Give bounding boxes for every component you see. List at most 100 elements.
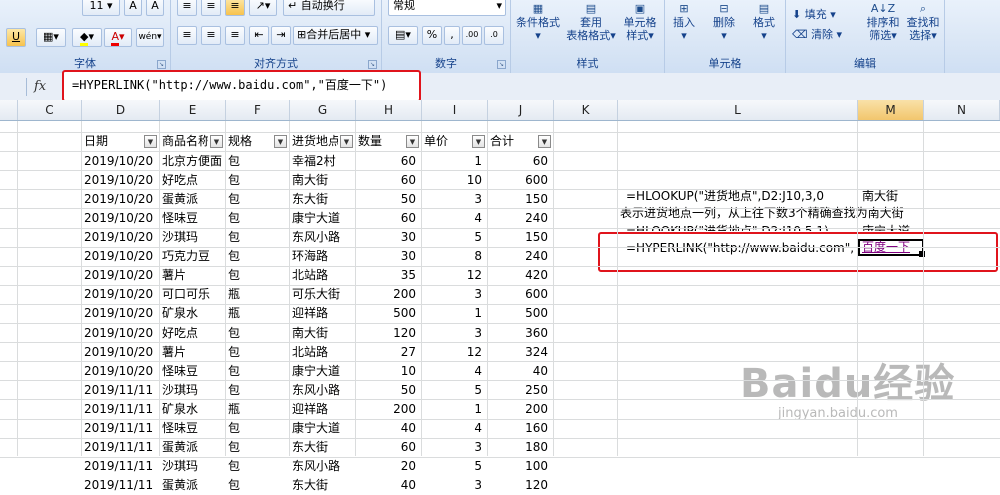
select-all-corner[interactable] [0, 100, 18, 120]
table-cell[interactable]: 200 [358, 285, 416, 304]
table-cell[interactable]: 1 [424, 152, 482, 171]
table-cell[interactable]: 北京方便面 [162, 152, 224, 171]
table-cell[interactable]: 北站路 [292, 266, 354, 285]
merge-center-button[interactable]: ⊞合并后居中 ▾ [293, 26, 378, 45]
table-cell[interactable]: 150 [490, 228, 548, 247]
table-cell[interactable]: 包 [228, 457, 288, 476]
underline-button[interactable]: U [6, 28, 26, 47]
filter-dropdown-icon[interactable]: ▼ [144, 135, 157, 148]
table-cell[interactable]: 2019/11/11 [84, 400, 158, 419]
column-header-m[interactable]: M [858, 100, 924, 120]
table-cell[interactable]: 包 [228, 438, 288, 457]
fill-handle[interactable] [919, 251, 925, 257]
table-cell[interactable]: 5 [424, 381, 482, 400]
sort-filter-button[interactable]: A↓Z 排序和 筛选▾ [864, 2, 902, 42]
table-cell[interactable]: 60 [358, 171, 416, 190]
table-cell[interactable]: 60 [358, 438, 416, 457]
increase-indent-icon[interactable]: ⇥ [271, 26, 291, 45]
table-cell[interactable]: 324 [490, 343, 548, 362]
table-cell[interactable]: 可口可乐 [162, 285, 224, 304]
table-cell[interactable]: 2019/11/11 [84, 381, 158, 400]
table-header-cell[interactable]: 数量 [358, 132, 404, 151]
table-cell[interactable]: 180 [490, 438, 548, 457]
table-cell[interactable]: 60 [358, 152, 416, 171]
table-header-cell[interactable]: 进货地点 [292, 132, 338, 151]
table-cell[interactable]: 东风小路 [292, 228, 354, 247]
table-cell[interactable]: 1 [424, 400, 482, 419]
align-right-icon[interactable]: ≡ [225, 26, 245, 45]
column-header-f[interactable]: F [226, 100, 290, 120]
filter-dropdown-icon[interactable]: ▼ [210, 135, 223, 148]
table-cell[interactable]: 包 [228, 190, 288, 209]
table-cell[interactable]: 50 [358, 381, 416, 400]
table-cell[interactable]: 240 [490, 247, 548, 266]
table-cell[interactable]: 40 [490, 362, 548, 381]
table-cell[interactable]: 5 [424, 457, 482, 476]
table-cell[interactable]: 10 [358, 362, 416, 381]
column-header-e[interactable]: E [160, 100, 226, 120]
fill-button[interactable]: ⬇ 填充 ▾ [792, 8, 852, 21]
table-cell[interactable]: 东大街 [292, 476, 354, 495]
formula-input[interactable]: =HYPERLINK("http://www.baidu.com","百度一下"… [72, 76, 387, 93]
increase-decimal-icon[interactable]: .00 [462, 26, 482, 45]
table-cell[interactable]: 2019/10/20 [84, 152, 158, 171]
table-cell[interactable]: 420 [490, 266, 548, 285]
table-cell[interactable]: 120 [490, 476, 548, 495]
align-left-icon[interactable]: ≡ [177, 26, 197, 45]
table-cell[interactable]: 蛋黄派 [162, 476, 224, 495]
note-result-2[interactable]: 康宁大道 [862, 222, 910, 231]
table-cell[interactable]: 50 [358, 190, 416, 209]
table-cell[interactable]: 包 [228, 209, 288, 228]
table-cell[interactable]: 2019/10/20 [84, 304, 158, 323]
table-cell[interactable]: 150 [490, 190, 548, 209]
format-as-table-button[interactable]: ▤ 套用 表格格式▾ [565, 2, 617, 42]
table-cell[interactable]: 30 [358, 228, 416, 247]
filter-dropdown-icon[interactable]: ▼ [472, 135, 485, 148]
table-header-cell[interactable]: 规格 [228, 132, 272, 151]
table-cell[interactable]: 包 [228, 476, 288, 495]
table-cell[interactable]: 包 [228, 152, 288, 171]
decrease-indent-icon[interactable]: ⇤ [249, 26, 269, 45]
column-header-j[interactable]: J [488, 100, 554, 120]
table-cell[interactable]: 南大街 [292, 171, 354, 190]
column-header-d[interactable]: D [82, 100, 160, 120]
table-cell[interactable]: 12 [424, 266, 482, 285]
filter-dropdown-icon[interactable]: ▼ [340, 135, 353, 148]
table-cell[interactable]: 500 [490, 304, 548, 323]
name-box[interactable] [0, 78, 27, 96]
table-cell[interactable]: 3 [424, 438, 482, 457]
filter-dropdown-icon[interactable]: ▼ [274, 135, 287, 148]
currency-icon[interactable]: ▤▾ [388, 26, 418, 45]
table-cell[interactable]: 南大街 [292, 324, 354, 343]
table-cell[interactable]: 2019/10/20 [84, 285, 158, 304]
table-cell[interactable]: 2019/10/20 [84, 228, 158, 247]
table-cell[interactable]: 10 [424, 171, 482, 190]
table-cell[interactable]: 3 [424, 285, 482, 304]
table-cell[interactable]: 4 [424, 209, 482, 228]
phonetic-button[interactable]: wén▾ [136, 28, 164, 47]
table-cell[interactable]: 2019/10/20 [84, 209, 158, 228]
percent-icon[interactable]: % [422, 26, 442, 45]
table-cell[interactable]: 240 [490, 209, 548, 228]
table-cell[interactable]: 1 [424, 304, 482, 323]
table-cell[interactable]: 矿泉水 [162, 400, 224, 419]
table-cell[interactable]: 怪味豆 [162, 362, 224, 381]
table-cell[interactable]: 2019/11/11 [84, 419, 158, 438]
table-cell[interactable]: 沙琪玛 [162, 228, 224, 247]
table-cell[interactable]: 康宁大道 [292, 419, 354, 438]
table-cell[interactable]: 薯片 [162, 343, 224, 362]
table-cell[interactable]: 600 [490, 285, 548, 304]
column-header-c[interactable]: C [18, 100, 82, 120]
table-cell[interactable]: 360 [490, 324, 548, 343]
column-header-l[interactable]: L [618, 100, 858, 120]
table-cell[interactable]: 康宁大道 [292, 209, 354, 228]
table-cell[interactable]: 迎祥路 [292, 400, 354, 419]
table-header-cell[interactable]: 日期 [84, 132, 142, 151]
column-header-k[interactable]: K [554, 100, 618, 120]
cell-styles-button[interactable]: ▣ 单元格 样式▾ [617, 2, 663, 42]
align-bottom-icon[interactable]: ≡ [225, 0, 245, 16]
clear-button[interactable]: ⌫ 清除 ▾ [792, 28, 852, 41]
alignment-launcher-icon[interactable]: ↘ [368, 60, 377, 69]
align-center-icon[interactable]: ≡ [201, 26, 221, 45]
table-cell[interactable]: 2019/10/20 [84, 266, 158, 285]
